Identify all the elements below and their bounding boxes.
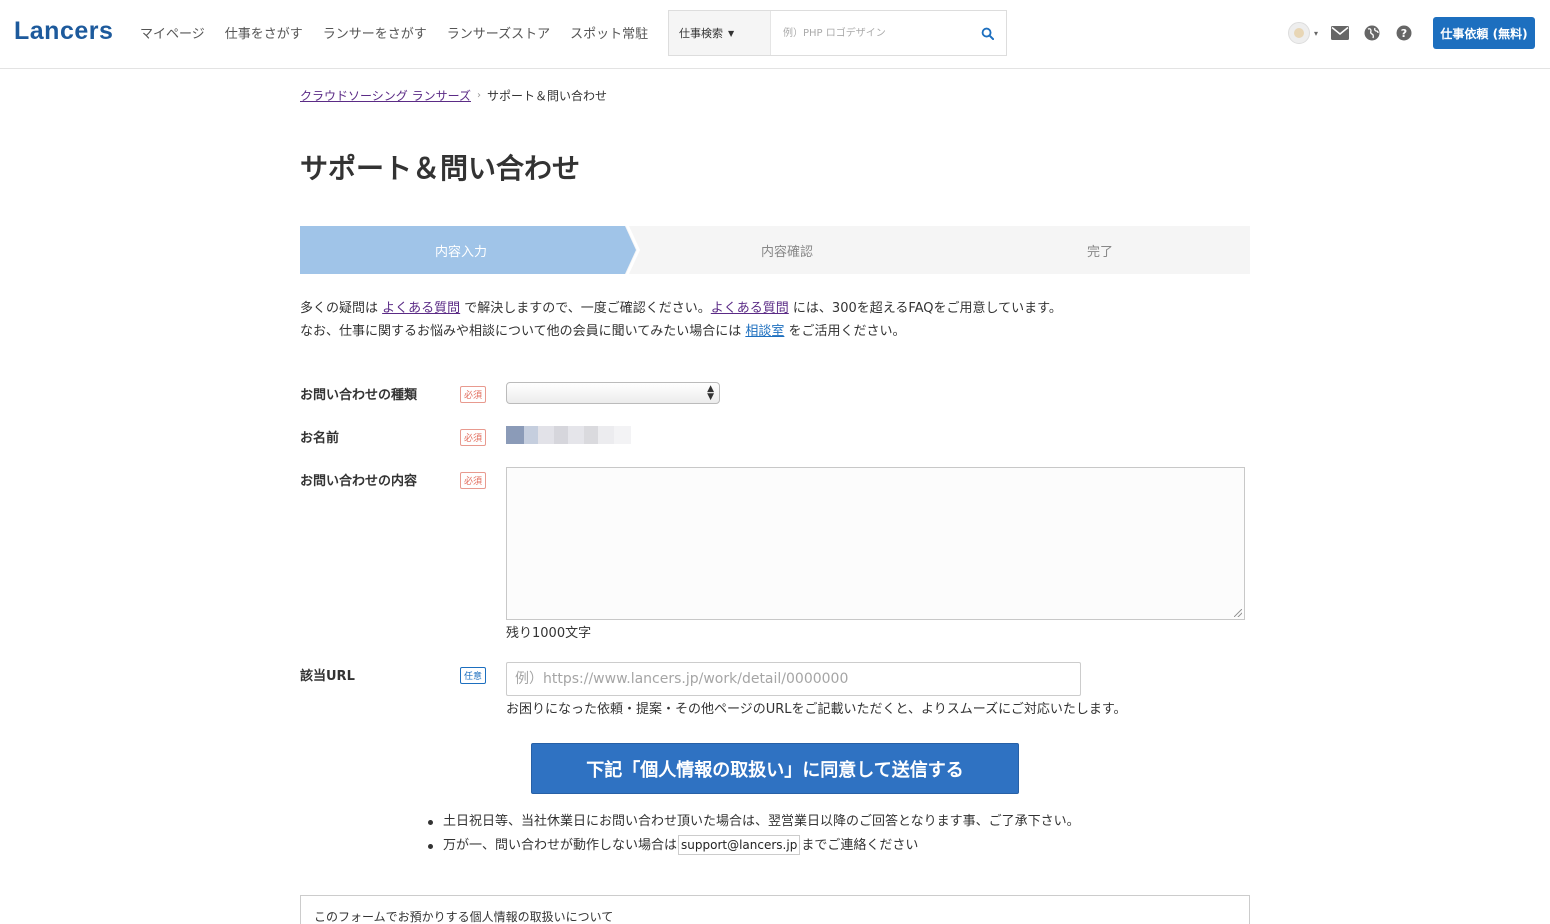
select-arrows-icon: ▲ ▼ <box>707 384 714 402</box>
list-item: 万が一、問い合わせが動作しない場合は support@lancers.jp までご連… <box>426 834 1080 858</box>
header-search: 仕事検索 ▼ <box>668 10 1007 56</box>
nav-store[interactable]: ランサーズストア <box>447 23 550 42</box>
lancers-logo[interactable]: Lancers <box>14 17 113 46</box>
submit-button[interactable]: 下記「個人情報の取扱い」に同意して送信する <box>531 743 1019 794</box>
resize-handle-icon[interactable] <box>1234 609 1242 617</box>
search-category-label: 仕事検索 <box>679 27 723 40</box>
caret-down-icon: ▼ <box>728 28 735 38</box>
faq-link[interactable]: よくある質問 <box>382 301 460 316</box>
avatar[interactable] <box>1288 22 1310 44</box>
url-label: 該当URL <box>300 669 355 684</box>
header: Lancers マイページ 仕事をさがす ランサーをさがす ランサーズストア ス… <box>0 0 1550 69</box>
notes-list: 土日祝日等、当社休業日にお問い合わせ頂いた場合は、翌営業日以降のご回答となります… <box>426 810 1080 858</box>
inquiry-type-label: お問い合わせの種類 <box>300 388 418 403</box>
inquiry-content-label: お問い合わせの内容 <box>300 474 418 489</box>
search-category-dropdown[interactable]: 仕事検索 ▼ <box>669 11 771 55</box>
order-job-button[interactable]: 仕事依頼 (無料) <box>1433 17 1535 49</box>
search-input[interactable] <box>771 11 968 55</box>
nav-mypage[interactable]: マイページ <box>140 23 205 42</box>
list-item: 土日祝日等、当社休業日にお問い合わせ頂いた場合は、翌営業日以降のご回答となります… <box>426 810 1080 834</box>
name-value-redacted <box>506 426 631 444</box>
mail-icon[interactable] <box>1330 23 1350 43</box>
step-complete: 完了 <box>1087 245 1114 260</box>
caret-down-icon[interactable]: ▾ <box>1314 29 1318 38</box>
intro-text-segment: 多くの疑問は <box>300 301 383 316</box>
help-icon[interactable]: ? <box>1394 23 1414 43</box>
support-email[interactable]: support@lancers.jp <box>678 835 801 855</box>
required-badge: 必須 <box>460 429 487 446</box>
svg-text:?: ? <box>1401 27 1407 40</box>
header-icons: ▾ ? <box>1288 22 1414 44</box>
step-confirm: 内容確認 <box>761 245 814 260</box>
intro-text-segment: をご活用ください。 <box>784 324 906 339</box>
breadcrumb-home[interactable]: クラウドソーシング ランサーズ <box>300 87 471 104</box>
intro-line-2: なお、仕事に関するお悩みや相談について他の会員に聞いてみたい場合には 相談室 を… <box>300 320 1062 343</box>
url-help-text: お困りになった依頼・提案・その他ページのURLをご記載いただくと、よりスムーズに… <box>506 702 1127 717</box>
faq-link[interactable]: よくある質問 <box>711 301 789 316</box>
inquiry-content-textarea[interactable] <box>506 467 1245 620</box>
chevron-right-icon: › <box>476 90 481 101</box>
privacy-section: このフォームでお預かりする個人情報の取扱いについて <box>300 895 1250 924</box>
search-icon[interactable] <box>968 11 1006 55</box>
intro-text: 多くの疑問は よくある質問 で解決しますので、一度ご確認ください。よくある質問 … <box>300 297 1062 343</box>
breadcrumb-current: サポート＆問い合わせ <box>486 89 607 103</box>
nav-find-lancers[interactable]: ランサーをさがす <box>323 23 427 42</box>
required-badge: 必須 <box>460 472 487 489</box>
page-title: サポート＆問い合わせ <box>300 152 581 185</box>
privacy-title: このフォームでお預かりする個人情報の取扱いについて <box>314 910 614 924</box>
consult-room-link[interactable]: 相談室 <box>745 324 784 339</box>
intro-text-segment: で解決しますので、一度ご確認ください。 <box>460 301 711 316</box>
intro-line-1: 多くの疑問は よくある質問 で解決しますので、一度ご確認ください。よくある質問 … <box>300 297 1062 320</box>
intro-text-segment: なお、仕事に関するお悩みや相談について他の会員に聞いてみたい場合には <box>300 324 746 339</box>
breadcrumb: クラウドソーシング ランサーズ › サポート＆問い合わせ <box>300 87 607 104</box>
remaining-chars: 残り1000文字 <box>506 626 592 641</box>
optional-badge: 任意 <box>460 667 487 684</box>
required-badge: 必須 <box>460 386 487 403</box>
url-input[interactable] <box>506 662 1081 696</box>
note-text: までご連絡ください <box>801 838 919 853</box>
nav-find-jobs[interactable]: 仕事をさがす <box>225 23 303 42</box>
inquiry-type-select[interactable]: ▲ ▼ <box>506 382 720 404</box>
step-input: 内容入力 <box>435 245 488 260</box>
progress-steps: 内容入力 内容確認 完了 <box>300 226 1250 274</box>
nav-spot[interactable]: スポット常駐 <box>570 23 648 42</box>
globe-icon[interactable] <box>1362 23 1382 43</box>
main-nav: マイページ 仕事をさがす ランサーをさがす ランサーズストア スポット常駐 <box>140 0 648 64</box>
name-label: お名前 <box>300 431 340 446</box>
intro-text-segment: には、300を超えるFAQをご用意しています。 <box>788 301 1062 316</box>
note-text: 万が一、問い合わせが動作しない場合は <box>443 838 678 853</box>
